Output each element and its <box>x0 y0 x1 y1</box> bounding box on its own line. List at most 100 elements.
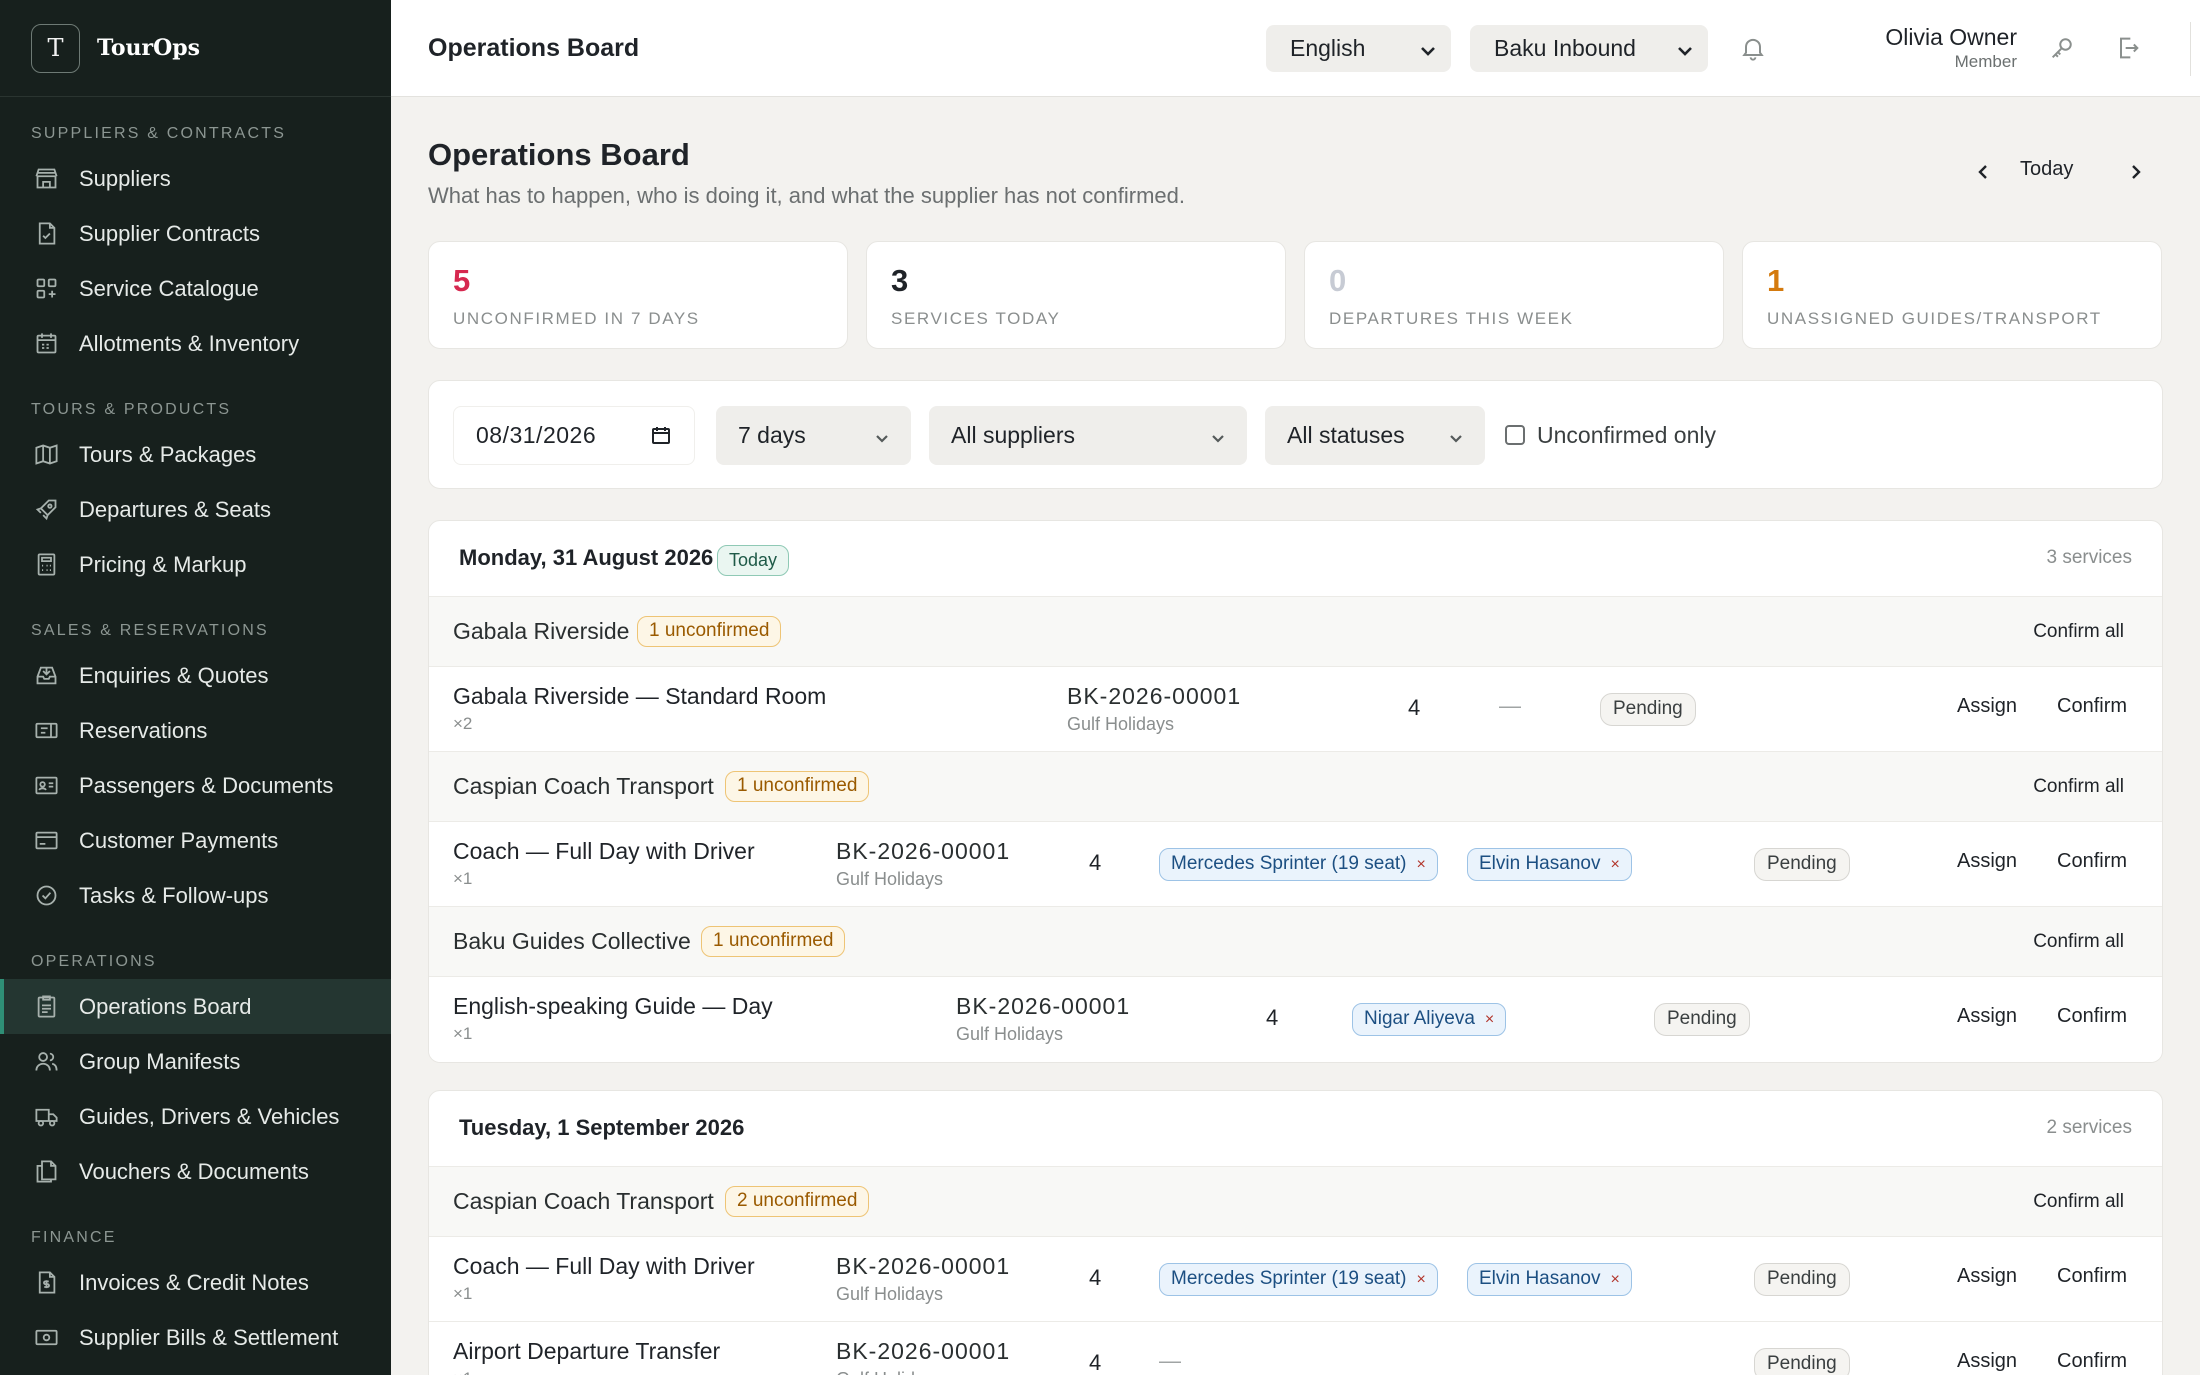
pax-count: 4 <box>1089 1265 1102 1290</box>
today-button[interactable]: Today <box>2020 158 2073 181</box>
supplier-name[interactable]: Caspian Coach Transport <box>453 1188 714 1215</box>
booking-reference[interactable]: BK-2026-00001 <box>956 993 1130 1020</box>
sidebar-item-supplier-bills-settlement[interactable]: Supplier Bills & Settlement <box>0 1310 391 1365</box>
confirm-all-button[interactable]: Confirm all <box>2033 1191 2124 1213</box>
sidebar-item-passengers-documents[interactable]: Passengers & Documents <box>0 758 391 813</box>
unconfirmed-only-label[interactable]: Unconfirmed only <box>1537 422 1716 449</box>
sidebar-item-tasks-follow-ups[interactable]: Tasks & Follow-ups <box>0 868 391 923</box>
supplier-group-header: Baku Guides Collective 1 unconfirmed Confi… <box>429 907 2162 977</box>
service-name[interactable]: English-speaking Guide — Day <box>453 993 773 1020</box>
sidebar-item-invoices-credit-notes[interactable]: Invoices & Credit Notes <box>0 1255 391 1310</box>
bill-icon <box>31 1323 61 1353</box>
stat-card[interactable]: 1 Unassigned guides/transport <box>1742 241 2162 349</box>
remove-icon[interactable]: × <box>1485 1011 1494 1028</box>
sidebar-item-suppliers[interactable]: Suppliers <box>0 151 391 206</box>
supplier-name[interactable]: Gabala Riverside <box>453 618 629 645</box>
booking-reference[interactable]: BK-2026-00001 <box>836 838 1010 865</box>
assignment-chip[interactable]: Mercedes Sprinter (19 seat) × <box>1159 1263 1438 1296</box>
key-icon[interactable] <box>2044 30 2080 66</box>
sidebar-item-allotments-inventory[interactable]: Allotments & Inventory <box>0 316 391 371</box>
bell-icon[interactable] <box>1735 30 1771 66</box>
booking-reference[interactable]: BK-2026-00001 <box>1067 683 1241 710</box>
remove-icon[interactable]: × <box>1610 856 1619 873</box>
divider <box>2190 22 2191 76</box>
sidebar-item-customer-payments[interactable]: Customer Payments <box>0 813 391 868</box>
calendar-icon[interactable] <box>650 424 672 446</box>
sidebar-item-label: Invoices & Credit Notes <box>79 1269 309 1295</box>
remove-icon[interactable]: × <box>1610 1271 1619 1288</box>
assign-button[interactable]: Assign <box>1957 1350 2017 1373</box>
sidebar-item-operations-board[interactable]: Operations Board <box>0 979 391 1034</box>
topbar-title: Operations Board <box>428 33 640 62</box>
confirm-all-button[interactable]: Confirm all <box>2033 931 2124 953</box>
sidebar-item-service-catalogue[interactable]: Service Catalogue <box>0 261 391 316</box>
confirm-all-button[interactable]: Confirm all <box>2033 621 2124 643</box>
supplier-name[interactable]: Caspian Coach Transport <box>453 773 714 800</box>
service-name[interactable]: Airport Departure Transfer <box>453 1338 720 1365</box>
assignment-chip[interactable]: Elvin Hasanov × <box>1467 848 1632 881</box>
sidebar-item-label: Pricing & Markup <box>79 551 247 577</box>
confirm-button[interactable]: Confirm <box>2057 850 2127 873</box>
supplier-name[interactable]: Baku Guides Collective <box>453 928 691 955</box>
chevron-left-icon[interactable] <box>1968 157 1998 187</box>
sidebar-item-tours-packages[interactable]: Tours & Packages <box>0 427 391 482</box>
language-select[interactable]: English <box>1266 25 1451 72</box>
assign-button[interactable]: Assign <box>1957 1005 2017 1028</box>
logout-icon[interactable] <box>2110 30 2146 66</box>
user-name: Olivia Owner <box>1885 24 2017 50</box>
pax-count: 4 <box>1408 695 1421 720</box>
date-field[interactable]: 08/31/2026 <box>453 406 695 465</box>
assign-button[interactable]: Assign <box>1957 850 2017 873</box>
confirm-button[interactable]: Confirm <box>2057 695 2127 718</box>
sidebar-nav: Suppliers & Contracts Suppliers Supplier C… <box>0 97 391 1365</box>
booking-reference[interactable]: BK-2026-00001 <box>836 1338 1010 1365</box>
remove-icon[interactable]: × <box>1417 1271 1426 1288</box>
service-quantity: ×1 <box>453 1024 473 1043</box>
sidebar-item-departures-seats[interactable]: Departures & Seats <box>0 482 391 537</box>
nav-section-title: Finance <box>31 1229 117 1246</box>
status-select[interactable]: All statuses <box>1265 406 1485 465</box>
service-row: Coach — Full Day with Driver ×1 BK-2026-00… <box>429 1237 2162 1322</box>
stat-card[interactable]: 0 Departures this week <box>1304 241 1724 349</box>
assignment-chip[interactable]: Mercedes Sprinter (19 seat) × <box>1159 848 1438 881</box>
stat-card[interactable]: 3 Services today <box>866 241 1286 349</box>
sidebar-item-enquiries-quotes[interactable]: Enquiries & Quotes <box>0 648 391 703</box>
status-badge: Pending <box>1754 848 1850 881</box>
range-select[interactable]: 7 days <box>716 406 911 465</box>
booking-reference[interactable]: BK-2026-00001 <box>836 1253 1010 1280</box>
assignment-chip[interactable]: Elvin Hasanov × <box>1467 1263 1632 1296</box>
confirm-all-button[interactable]: Confirm all <box>2033 776 2124 798</box>
unconfirmed-badge: 2 unconfirmed <box>725 1186 870 1217</box>
page-subtitle: What has to happen, who is doing it, and… <box>428 183 1186 208</box>
sidebar-item-label: Group Manifests <box>79 1048 241 1074</box>
chevron-down-icon <box>873 426 891 444</box>
sidebar-item-vouchers-documents[interactable]: Vouchers & Documents <box>0 1144 391 1199</box>
assign-button[interactable]: Assign <box>1957 1265 2017 1288</box>
service-name[interactable]: Gabala Riverside — Standard Room <box>453 683 826 710</box>
company-select[interactable]: Baku Inbound <box>1470 25 1708 72</box>
remove-icon[interactable]: × <box>1417 856 1426 873</box>
confirm-button[interactable]: Confirm <box>2057 1265 2127 1288</box>
chevron-right-icon[interactable] <box>2121 157 2151 187</box>
confirm-button[interactable]: Confirm <box>2057 1005 2127 1028</box>
service-name[interactable]: Coach — Full Day with Driver <box>453 838 755 865</box>
sidebar-item-pricing-markup[interactable]: Pricing & Markup <box>0 537 391 592</box>
sidebar-item-supplier-contracts[interactable]: Supplier Contracts <box>0 206 391 261</box>
confirm-button[interactable]: Confirm <box>2057 1350 2127 1373</box>
sidebar-item-guides-drivers-vehicles[interactable]: Guides, Drivers & Vehicles <box>0 1089 391 1144</box>
service-quantity: ×1 <box>453 1284 473 1303</box>
sidebar-item-label: Allotments & Inventory <box>79 330 300 356</box>
stat-card[interactable]: 5 Unconfirmed in 7 days <box>428 241 848 349</box>
sidebar-item-reservations[interactable]: Reservations <box>0 703 391 758</box>
unconfirmed-badge: 1 unconfirmed <box>637 616 782 647</box>
stat-label: Departures this week <box>1329 309 1574 328</box>
service-name[interactable]: Coach — Full Day with Driver <box>453 1253 755 1280</box>
assign-button[interactable]: Assign <box>1957 695 2017 718</box>
stat-label: Unconfirmed in 7 days <box>453 309 700 328</box>
service-row: Airport Departure Transfer ×1 BK-2026-0000… <box>429 1322 2162 1375</box>
sidebar-item-group-manifests[interactable]: Group Manifests <box>0 1034 391 1089</box>
assignment-chip[interactable]: Nigar Aliyeva × <box>1352 1003 1507 1036</box>
unconfirmed-only-checkbox[interactable] <box>1505 425 1525 445</box>
brand[interactable]: T TourOps <box>0 0 391 97</box>
supplier-select[interactable]: All suppliers <box>929 406 1247 465</box>
